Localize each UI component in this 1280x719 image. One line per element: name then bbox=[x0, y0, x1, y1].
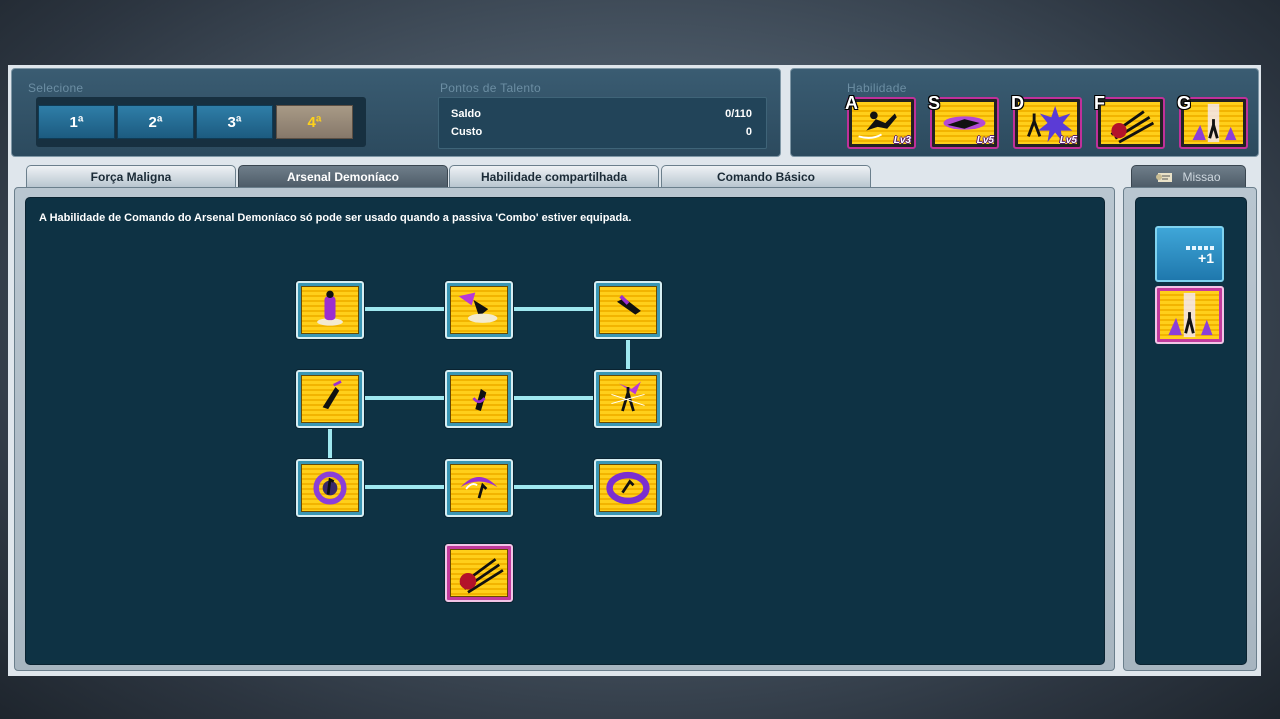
hotkey-level: Lv5 bbox=[976, 135, 994, 146]
tree-connector bbox=[512, 396, 594, 400]
purple-whirl-icon bbox=[599, 464, 657, 512]
claw-skill-icon bbox=[1101, 102, 1160, 144]
uppercut-icon bbox=[301, 375, 359, 423]
aura-skill-icon bbox=[1160, 291, 1219, 339]
cost-label: Custo bbox=[451, 126, 483, 138]
add-slot-label: +1 bbox=[1198, 250, 1214, 266]
crescent-slash-icon bbox=[450, 464, 508, 512]
hotkey-g[interactable]: G bbox=[1177, 93, 1248, 149]
select-button-3[interactable]: 3ª bbox=[196, 105, 273, 139]
dash-strike-icon bbox=[599, 286, 657, 334]
skill-node-4[interactable] bbox=[296, 370, 364, 428]
skill-node-5[interactable] bbox=[445, 370, 513, 428]
command-info-text: A Habilidade de Comando do Arsenal Demon… bbox=[39, 212, 632, 224]
skill-node-1[interactable] bbox=[296, 281, 364, 339]
add-slot-button[interactable]: +1 bbox=[1155, 226, 1224, 282]
skill-node-8[interactable] bbox=[445, 459, 513, 517]
purple-burst-icon bbox=[599, 375, 657, 423]
hotkey-letter: S bbox=[928, 93, 941, 113]
skills-hotkey-panel: Habilidade A Lv3 S Lv5 D Lv5 F G bbox=[790, 68, 1259, 157]
hotkey-level: Lv5 bbox=[1059, 135, 1077, 146]
skill-node-3[interactable] bbox=[594, 281, 662, 339]
talent-selection-panel: Selecione 1ª 2ª 3ª 4ª Pontos de Talento … bbox=[11, 68, 781, 157]
tree-connector bbox=[363, 485, 445, 489]
tree-connector bbox=[512, 485, 594, 489]
hotkey-letter: F bbox=[1094, 93, 1105, 113]
mission-tab-label: Missao bbox=[1182, 169, 1221, 184]
cost-row: Custo 0 bbox=[451, 126, 752, 142]
skill-node-2[interactable] bbox=[445, 281, 513, 339]
select-label: Selecione bbox=[28, 81, 84, 95]
hotkey-d[interactable]: D Lv5 bbox=[1011, 93, 1082, 149]
cost-value: 0 bbox=[745, 126, 752, 138]
tree-connector bbox=[512, 307, 594, 311]
hotkey-a[interactable]: A Lv3 bbox=[845, 93, 916, 149]
tree-connector bbox=[328, 428, 332, 460]
select-button-1[interactable]: 1ª bbox=[38, 105, 115, 139]
skill-node-10[interactable] bbox=[445, 544, 513, 602]
select-button-4[interactable]: 4ª bbox=[276, 105, 353, 139]
balance-value: 0/110 bbox=[725, 108, 752, 120]
skill-tree-area bbox=[25, 197, 1105, 665]
vortex-icon bbox=[301, 464, 359, 512]
tab-comando-basico[interactable]: Comando Básico bbox=[661, 165, 871, 187]
skill-node-9[interactable] bbox=[594, 459, 662, 517]
mission-skill-slot[interactable] bbox=[1155, 286, 1224, 344]
tree-connector bbox=[626, 339, 630, 371]
talent-points-label: Pontos de Talento bbox=[440, 81, 541, 95]
balance-label: Saldo bbox=[451, 108, 481, 120]
tree-connector bbox=[363, 396, 445, 400]
tab-missao[interactable]: Missao bbox=[1131, 165, 1246, 187]
hotkey-letter: A bbox=[845, 93, 858, 113]
tab-forca-maligna[interactable]: Força Maligna bbox=[26, 165, 236, 187]
purple-leap-icon bbox=[450, 286, 508, 334]
mission-scroll-icon bbox=[1156, 171, 1174, 183]
balance-row: Saldo 0/110 bbox=[451, 108, 752, 124]
hotkey-f[interactable]: F bbox=[1094, 93, 1165, 149]
talent-points-box: Saldo 0/110 Custo 0 bbox=[438, 97, 767, 149]
hotkey-letter: D bbox=[1011, 93, 1024, 113]
hotkey-letter: G bbox=[1177, 93, 1192, 113]
hotkey-s[interactable]: S Lv5 bbox=[928, 93, 999, 149]
claw-skill-icon bbox=[450, 549, 508, 597]
hotkey-level: Lv3 bbox=[893, 135, 911, 146]
selection-buttons: 1ª 2ª 3ª 4ª bbox=[36, 97, 366, 147]
spin-attack-icon bbox=[450, 375, 508, 423]
tab-habilidade-compartilhada[interactable]: Habilidade compartilhada bbox=[449, 165, 659, 187]
select-button-2[interactable]: 2ª bbox=[117, 105, 194, 139]
aura-skill-icon bbox=[1184, 102, 1243, 144]
tree-connector bbox=[363, 307, 445, 311]
tab-arsenal-demoniaco[interactable]: Arsenal Demoníaco bbox=[238, 165, 448, 187]
skill-node-7[interactable] bbox=[296, 459, 364, 517]
purple-stance-icon bbox=[301, 286, 359, 334]
skill-node-6[interactable] bbox=[594, 370, 662, 428]
